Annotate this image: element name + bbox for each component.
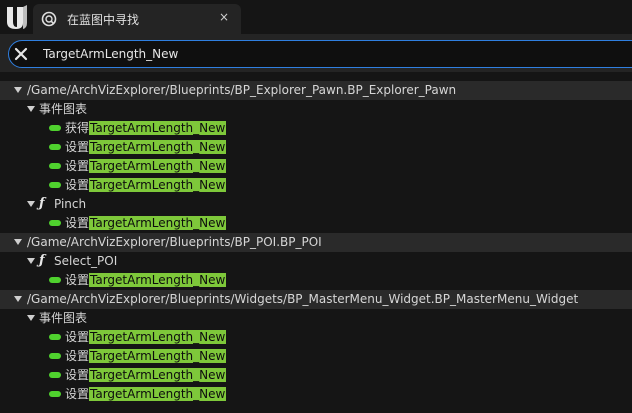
section-label: Pinch: [54, 197, 87, 211]
result-item-match-highlight: TargetArmLength_New: [89, 368, 227, 382]
result-item[interactable]: 获得TargetArmLength_New: [0, 119, 632, 138]
result-item-match-highlight: TargetArmLength_New: [89, 349, 227, 363]
result-item-text: 设置TargetArmLength_New: [65, 159, 227, 174]
variable-pin-icon: [49, 372, 61, 378]
blueprint-path: /Game/ArchVizExplorer/Blueprints/Widgets…: [27, 292, 579, 306]
result-item-match-highlight: TargetArmLength_New: [89, 140, 227, 154]
result-item[interactable]: 设置TargetArmLength_New: [0, 347, 632, 366]
find-in-blueprints-icon: [41, 11, 57, 27]
expand-arrow-icon[interactable]: [27, 106, 35, 112]
variable-pin-icon: [49, 353, 61, 359]
results-tree: /Game/ArchVizExplorer/Blueprints/BP_Expl…: [0, 72, 632, 413]
section-label: 事件图表: [39, 311, 88, 325]
search-input[interactable]: [43, 45, 603, 63]
result-item-prefix: 获得: [65, 121, 90, 135]
result-item-prefix: 设置: [65, 387, 90, 401]
variable-pin-icon: [49, 277, 61, 283]
result-item-prefix: 设置: [65, 349, 90, 363]
unreal-logo-icon: [7, 5, 27, 29]
result-item-text: 设置TargetArmLength_New: [65, 387, 227, 402]
result-item[interactable]: 设置TargetArmLength_New: [0, 157, 632, 176]
result-item-text: 设置TargetArmLength_New: [65, 368, 227, 383]
result-item-text: 设置TargetArmLength_New: [65, 273, 227, 288]
expand-arrow-icon[interactable]: [14, 296, 22, 302]
result-item-match-highlight: TargetArmLength_New: [89, 121, 227, 135]
variable-pin-icon: [49, 125, 61, 131]
variable-pin-icon: [49, 144, 61, 150]
function-icon: ƒ: [39, 196, 45, 211]
variable-pin-icon: [49, 391, 61, 397]
variable-pin-icon: [49, 334, 61, 340]
result-item-text: 设置TargetArmLength_New: [65, 178, 227, 193]
title-bar: 在蓝图中寻找 ×: [0, 0, 632, 36]
result-item-text: 设置TargetArmLength_New: [65, 216, 227, 231]
close-tab-icon[interactable]: ×: [219, 10, 229, 24]
result-item-text: 设置TargetArmLength_New: [65, 330, 227, 345]
expand-arrow-icon[interactable]: [27, 258, 35, 264]
section-label: 事件图表: [39, 102, 88, 116]
result-group-header[interactable]: /Game/ArchVizExplorer/Blueprints/Widgets…: [0, 290, 632, 309]
result-section[interactable]: 事件图表: [0, 309, 632, 328]
result-item-prefix: 设置: [65, 273, 90, 287]
blueprint-path: /Game/ArchVizExplorer/Blueprints/BP_Expl…: [27, 83, 457, 97]
tab-find-in-blueprints[interactable]: 在蓝图中寻找 ×: [33, 4, 241, 34]
result-section[interactable]: ƒ Select_POI: [0, 252, 632, 271]
expand-arrow-icon[interactable]: [14, 87, 22, 93]
result-item-text: 获得TargetArmLength_New: [65, 121, 227, 136]
result-group-header[interactable]: /Game/ArchVizExplorer/Blueprints/BP_Expl…: [0, 81, 632, 100]
result-item[interactable]: 设置TargetArmLength_New: [0, 328, 632, 347]
result-item[interactable]: 设置TargetArmLength_New: [0, 176, 632, 195]
expand-arrow-icon[interactable]: [27, 201, 35, 207]
result-item-prefix: 设置: [65, 368, 90, 382]
result-item[interactable]: 设置TargetArmLength_New: [0, 214, 632, 233]
result-section[interactable]: ƒ Pinch: [0, 195, 632, 214]
result-item-prefix: 设置: [65, 140, 90, 154]
result-item-match-highlight: TargetArmLength_New: [89, 216, 227, 230]
result-item-prefix: 设置: [65, 216, 90, 230]
function-icon: ƒ: [39, 253, 45, 268]
result-item-prefix: 设置: [65, 330, 90, 344]
result-item-text: 设置TargetArmLength_New: [65, 140, 227, 155]
result-group-header[interactable]: /Game/ArchVizExplorer/Blueprints/BP_POI.…: [0, 233, 632, 252]
blueprint-path: /Game/ArchVizExplorer/Blueprints/BP_POI.…: [27, 235, 322, 249]
variable-pin-icon: [49, 182, 61, 188]
result-section[interactable]: 事件图表: [0, 100, 632, 119]
result-item[interactable]: 设置TargetArmLength_New: [0, 271, 632, 290]
section-label: Select_POI: [54, 254, 118, 268]
result-item[interactable]: 设置TargetArmLength_New: [0, 138, 632, 157]
variable-pin-icon: [49, 163, 61, 169]
expand-arrow-icon[interactable]: [14, 239, 22, 245]
result-item-prefix: 设置: [65, 178, 90, 192]
result-item[interactable]: 设置TargetArmLength_New: [0, 385, 632, 404]
clear-search-icon[interactable]: [13, 46, 29, 62]
search-bar: [0, 34, 632, 72]
search-box: [8, 40, 632, 68]
tab-title: 在蓝图中寻找: [67, 13, 140, 27]
result-item-match-highlight: TargetArmLength_New: [89, 273, 227, 287]
result-item-match-highlight: TargetArmLength_New: [89, 387, 227, 401]
result-item-match-highlight: TargetArmLength_New: [89, 330, 227, 344]
result-item-prefix: 设置: [65, 159, 90, 173]
result-item[interactable]: 设置TargetArmLength_New: [0, 366, 632, 385]
result-item-text: 设置TargetArmLength_New: [65, 349, 227, 364]
variable-pin-icon: [49, 220, 61, 226]
result-item-match-highlight: TargetArmLength_New: [89, 159, 227, 173]
result-item-match-highlight: TargetArmLength_New: [89, 178, 227, 192]
expand-arrow-icon[interactable]: [27, 315, 35, 321]
